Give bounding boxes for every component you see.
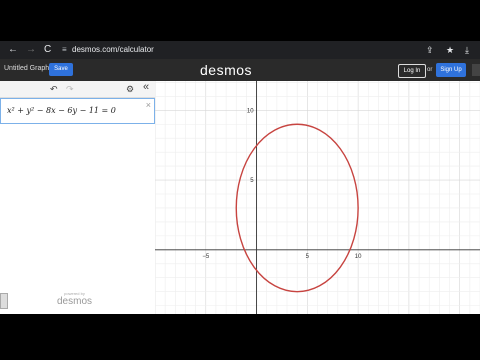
desmos-header: Untitled Graph Save desmos Log In or Sig…	[0, 59, 480, 81]
save-button[interactable]: Save	[49, 63, 73, 76]
graph-title[interactable]: Untitled Graph	[4, 65, 49, 72]
powered-by-brand: desmos	[57, 296, 93, 307]
login-button[interactable]: Log In	[398, 64, 426, 78]
y-tick-label: 10	[247, 108, 254, 114]
expression-row[interactable]: x² + y² − 8x − 6y − 11 = 0 ×	[0, 98, 155, 124]
url-text: desmos.com/calculator	[72, 45, 154, 54]
collapse-panel-icon[interactable]: «	[143, 81, 149, 93]
address-bar[interactable]: ≡ desmos.com/calculator	[62, 44, 154, 56]
bookmark-star-icon[interactable]: ★	[446, 44, 454, 56]
desmos-logo: desmos	[200, 62, 253, 78]
expression-panel: ↶ ↷ ⚙ « x² + y² − 8x − 6y − 11 = 0 × pow…	[0, 81, 156, 314]
powered-by-desmos: powered by desmos	[57, 291, 92, 307]
redo-icon[interactable]: ↷	[66, 83, 74, 95]
back-icon[interactable]: ←	[8, 44, 18, 56]
settings-gear-icon[interactable]: ⚙	[126, 83, 134, 95]
forward-icon[interactable]: →	[26, 44, 36, 56]
more-menu-icon[interactable]	[472, 64, 480, 76]
or-label: or	[427, 67, 433, 73]
undo-icon[interactable]: ↶	[50, 83, 58, 95]
graph-paper[interactable]: −5 5 10 5 10	[155, 81, 480, 314]
signup-button[interactable]: Sign Up	[436, 63, 466, 77]
delete-expression-icon[interactable]: ×	[146, 100, 151, 110]
expression-input[interactable]: x² + y² − 8x − 6y − 11 = 0	[7, 106, 116, 115]
browser-window: ← → C ≡ desmos.com/calculator ⇪ ★ ⤓ Untit…	[0, 41, 480, 314]
browser-toolbar: ← → C ≡ desmos.com/calculator ⇪ ★ ⤓	[0, 41, 480, 59]
x-tick-label: 10	[355, 254, 362, 260]
cast-icon[interactable]: ⇪	[426, 44, 434, 56]
site-info-icon[interactable]: ≡	[62, 44, 72, 56]
graph-canvas[interactable]: −5 5 10510	[155, 81, 480, 314]
download-icon[interactable]: ⤓	[465, 44, 469, 56]
video-letterbox-bottom	[0, 314, 480, 360]
expression-toolbar: ↶ ↷ ⚙ «	[0, 81, 155, 98]
reload-icon[interactable]: C	[44, 44, 51, 56]
keypad-toggle-icon[interactable]	[0, 293, 8, 309]
x-tick-label: −5	[202, 254, 210, 260]
